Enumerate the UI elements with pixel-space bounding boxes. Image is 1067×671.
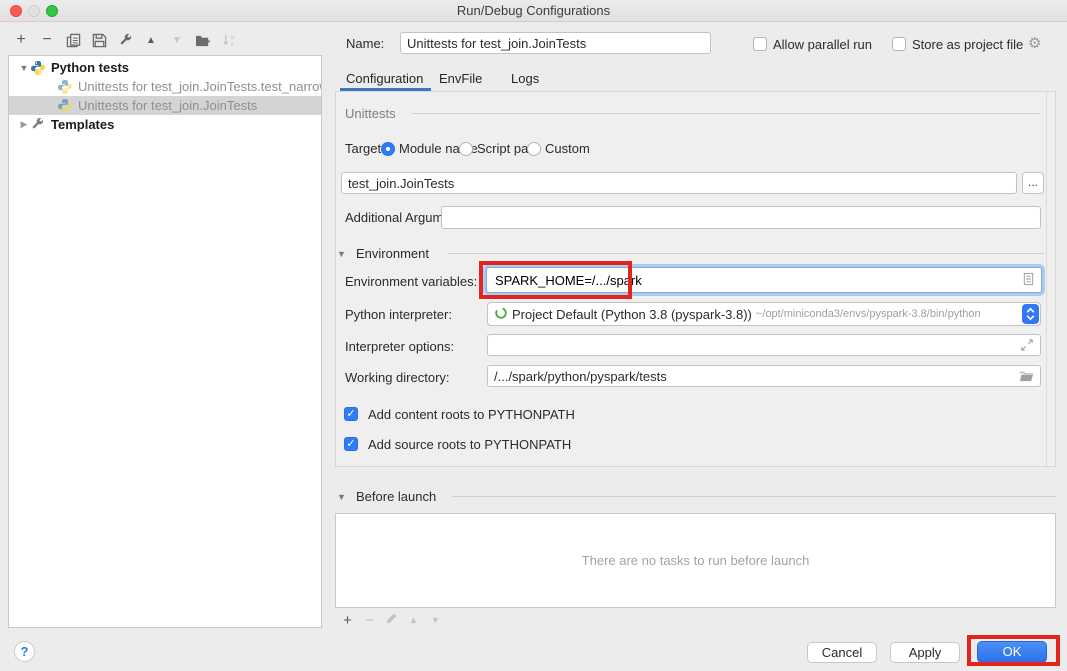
python-interpreter-label: Python interpreter: (345, 307, 452, 322)
target-input[interactable] (341, 172, 1017, 194)
interpreter-path: ~/opt/miniconda3/envs/pyspark-3.8/bin/py… (756, 308, 981, 320)
move-up-icon[interactable]: ▲ (142, 31, 160, 49)
allow-parallel-run-checkbox[interactable] (753, 37, 767, 51)
conda-env-icon (494, 306, 508, 323)
tab-configuration[interactable]: Configuration (346, 71, 423, 86)
window-title: Run/Debug Configurations (0, 0, 1067, 21)
python-interpreter-select[interactable]: Project Default (Python 3.8 (pyspark-3.8… (487, 302, 1041, 326)
minimize-window-button (28, 5, 40, 17)
sort-configurations-icon: a z (220, 31, 238, 49)
collapse-arrow-icon[interactable]: ▼ (18, 63, 30, 73)
tree-item-label: Templates (51, 117, 114, 132)
save-configuration-icon[interactable] (90, 31, 108, 49)
tab-logs[interactable]: Logs (511, 71, 539, 86)
before-launch-toolbar: + − ▲ ▼ (340, 611, 443, 629)
before-launch-section-title[interactable]: Before launch (356, 489, 436, 504)
radio-module-name[interactable] (381, 142, 395, 156)
before-launch-empty-text: There are no tasks to run before launch (582, 553, 810, 568)
allow-parallel-run-label: Allow parallel run (773, 37, 872, 52)
copy-configuration-icon[interactable] (64, 31, 82, 49)
interpreter-dropdown-stepper-icon[interactable] (1022, 304, 1039, 324)
environment-divider (448, 253, 1044, 254)
task-move-down-icon: ▼ (428, 615, 443, 625)
scrollbar-gutter[interactable] (1046, 92, 1055, 466)
environment-variables-label: Environment variables: (345, 274, 477, 289)
add-source-roots-checkbox[interactable] (344, 437, 358, 451)
tree-item-label: Unittests for test_join.JoinTests.test_n… (78, 79, 321, 94)
tree-item-unittest-narrow[interactable]: Unittests for test_join.JoinTests.test_n… (9, 77, 321, 96)
target-label: Target: (345, 141, 385, 156)
close-window-button[interactable] (10, 5, 22, 17)
working-directory-label: Working directory: (345, 370, 450, 385)
interpreter-options-input[interactable] (487, 334, 1041, 356)
zoom-window-button[interactable] (46, 5, 58, 17)
remove-task-button: − (362, 612, 377, 629)
configurations-toolbar: + − ▲ ▼ a z (12, 30, 238, 50)
help-button[interactable]: ? (14, 641, 35, 662)
svg-text:z: z (230, 41, 233, 48)
environment-section-title[interactable]: Environment (356, 246, 429, 261)
store-as-project-file-label: Store as project file (912, 37, 1023, 52)
task-move-up-icon: ▲ (406, 615, 421, 625)
svg-text:a: a (230, 34, 234, 41)
environment-variables-field[interactable] (486, 267, 1042, 293)
remove-configuration-button[interactable]: − (38, 31, 56, 49)
python-test-icon (57, 79, 73, 95)
tree-item-python-tests[interactable]: ▼ Python tests (9, 58, 321, 77)
gear-icon[interactable]: ⚙ (1028, 34, 1041, 52)
environment-collapse-icon[interactable]: ▼ (337, 249, 346, 259)
group-divider (412, 113, 1040, 114)
add-configuration-button[interactable]: + (12, 31, 30, 49)
before-launch-tasks-panel: There are no tasks to run before launch (335, 513, 1056, 608)
radio-script-path[interactable] (459, 142, 473, 156)
python-test-icon (57, 98, 73, 114)
before-launch-collapse-icon[interactable]: ▼ (337, 492, 346, 502)
store-as-project-file-checkbox[interactable] (892, 37, 906, 51)
tree-item-unittest-jointests-selected[interactable]: Unittests for test_join.JoinTests (9, 96, 321, 115)
interpreter-options-label: Interpreter options: (345, 339, 454, 354)
additional-arguments-input[interactable] (441, 206, 1041, 229)
interpreter-name: Project Default (Python 3.8 (pyspark-3.8… (512, 307, 752, 322)
name-input[interactable] (400, 32, 711, 54)
radio-custom[interactable] (527, 142, 541, 156)
add-task-button[interactable]: + (340, 612, 355, 629)
tree-item-label: Unittests for test_join.JoinTests (78, 98, 257, 113)
edit-task-icon (384, 612, 399, 629)
cancel-button[interactable]: Cancel (807, 642, 877, 663)
add-source-roots-label[interactable]: Add source roots to PYTHONPATH (368, 437, 571, 452)
unittests-group-title: Unittests (345, 106, 396, 121)
expand-arrow-icon[interactable]: ▶ (18, 119, 30, 130)
working-directory-input[interactable] (487, 365, 1041, 387)
ok-button[interactable]: OK (977, 641, 1047, 663)
add-content-roots-label[interactable]: Add content roots to PYTHONPATH (368, 407, 575, 422)
title-bar: Run/Debug Configurations (0, 0, 1067, 22)
before-launch-divider (452, 496, 1056, 497)
new-folder-icon[interactable] (194, 31, 212, 49)
configurations-tree: ▼ Python tests Unittests for test_join.J… (8, 55, 322, 628)
add-content-roots-checkbox[interactable] (344, 407, 358, 421)
browse-target-button[interactable]: ... (1022, 172, 1044, 194)
tree-item-templates[interactable]: ▶ Templates (9, 115, 321, 134)
radio-custom-label[interactable]: Custom (545, 141, 590, 156)
move-down-icon: ▼ (168, 31, 186, 49)
tab-envfile[interactable]: EnvFile (439, 71, 482, 86)
environment-variables-input[interactable] (487, 273, 1022, 288)
env-variables-list-icon[interactable] (1022, 272, 1035, 289)
edit-templates-icon[interactable] (116, 31, 134, 49)
name-label: Name: (346, 36, 384, 51)
apply-button[interactable]: Apply (890, 642, 960, 663)
python-tests-icon (30, 60, 46, 76)
templates-wrench-icon (30, 117, 46, 133)
tree-item-label: Python tests (51, 60, 129, 75)
